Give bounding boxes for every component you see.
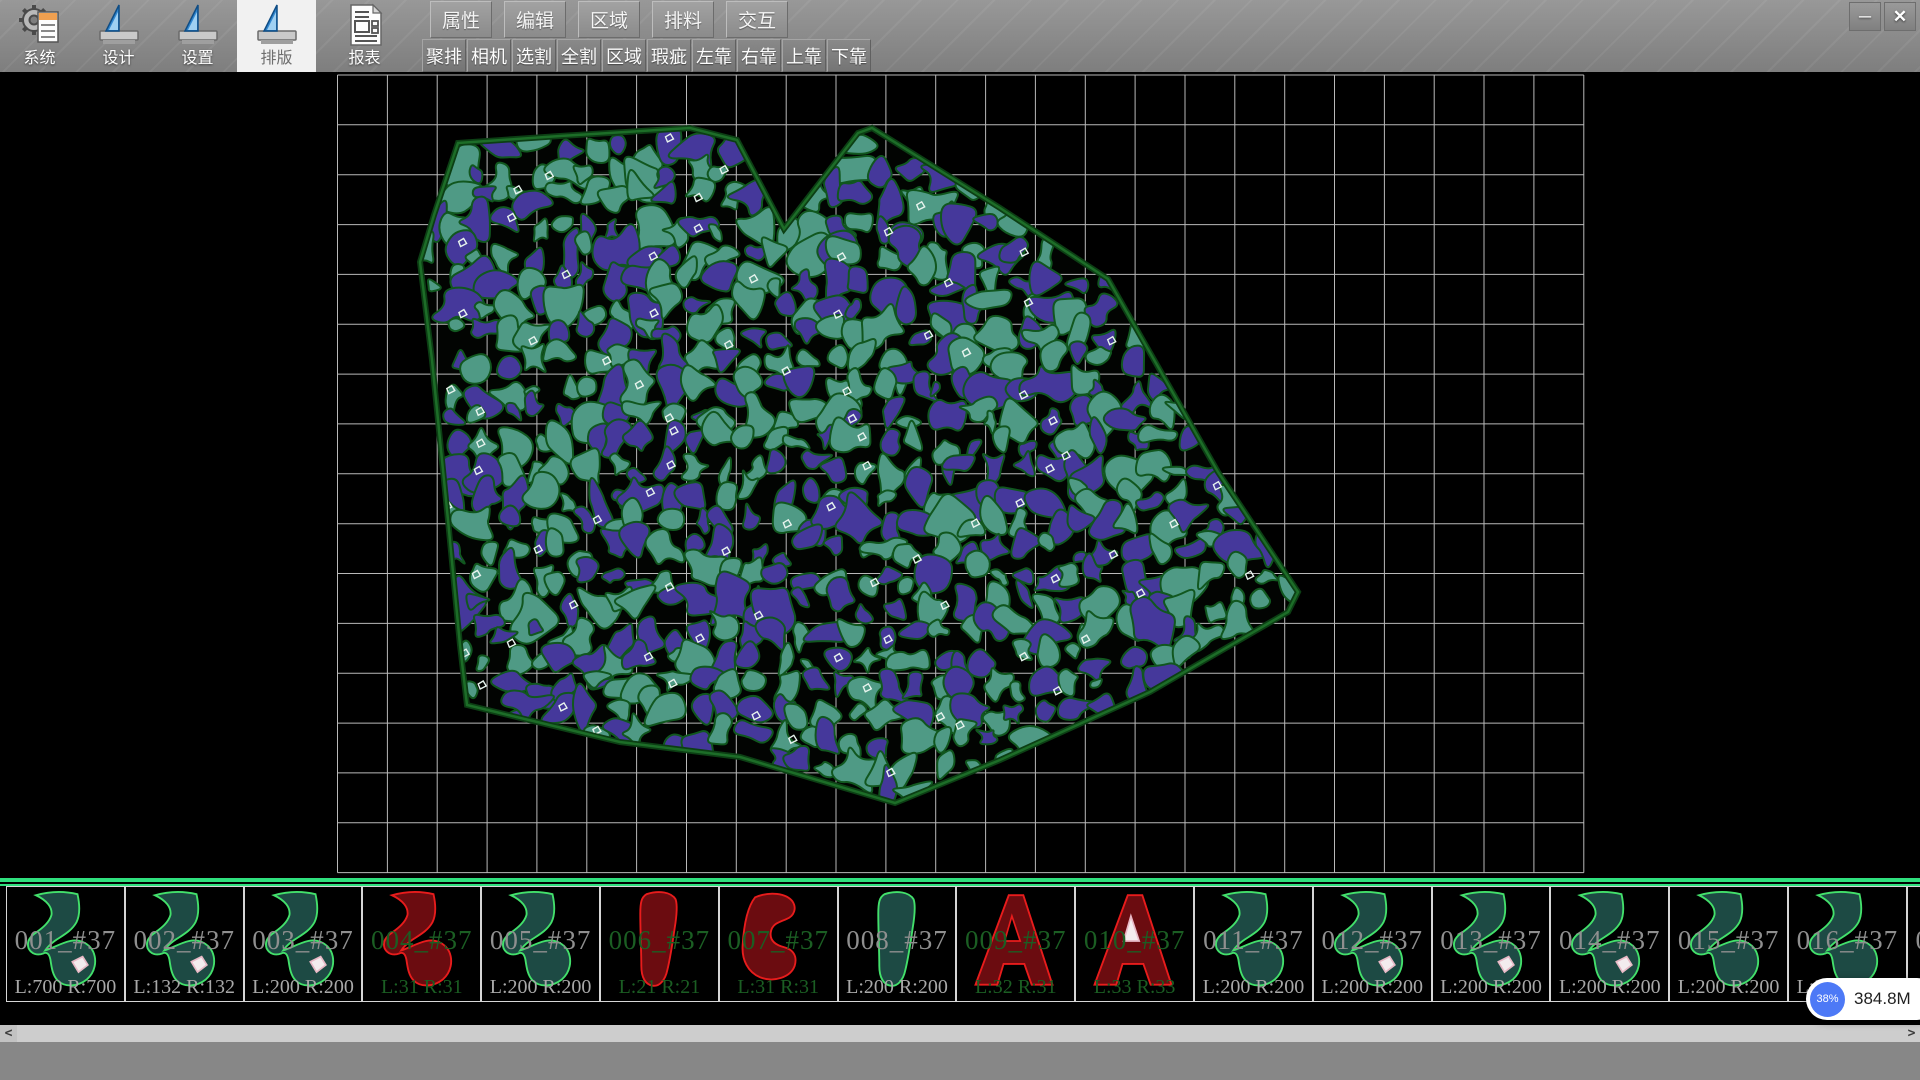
thumbnail-cell-6[interactable]: 006_#37 L:21 R:21	[600, 886, 719, 1002]
piece-name: 015_#37	[1670, 925, 1787, 956]
thumbnail-cell-4[interactable]: 004_#37 L:31 R:31	[362, 886, 481, 1002]
thumbnail-cell-5[interactable]: 005_#37 L:200 R:200	[481, 886, 600, 1002]
menu-button-4[interactable]: 排料	[652, 1, 714, 38]
tab-layout[interactable]: 排版	[237, 0, 316, 72]
tool-button-2[interactable]: 相机	[467, 39, 511, 72]
tool-button-9[interactable]: 上靠	[782, 39, 826, 72]
panel-top-line	[0, 878, 1920, 882]
tab-settings[interactable]: 设置	[158, 0, 237, 72]
piece-name: 009_#37	[957, 925, 1074, 956]
thumbnail-list: 001_#37 L:700 R:700002_#37 L:132 R:132003_…	[0, 886, 1920, 1004]
piece-lr-label: L:31 R:31	[363, 976, 480, 999]
piece-name: 012_#37	[1314, 925, 1431, 956]
tool-button-4[interactable]: 全割	[557, 39, 601, 72]
piece-lr-label: L:32 R:31	[957, 976, 1074, 999]
tab-settings-label: 设置	[181, 50, 213, 68]
window-controls: ─ ✕	[1849, 2, 1916, 31]
horizontal-scrollbar[interactable]: < >	[0, 1025, 1920, 1042]
piece-lr-label: L:31 R:31	[720, 976, 837, 999]
minimize-button[interactable]: ─	[1849, 2, 1881, 31]
tab-design[interactable]: 设计	[79, 0, 158, 72]
piece-thumbnail-panel: 001_#37 L:700 R:700002_#37 L:132 R:132003_…	[0, 878, 1920, 1025]
thumbnail-cell-8[interactable]: 008_#37 L:200 R:200	[838, 886, 957, 1002]
piece-name: 005_#37	[482, 925, 599, 956]
thumbnail-cell-11[interactable]: 011_#37 L:200 R:200	[1194, 886, 1313, 1002]
piece-name: 011_#37	[1195, 925, 1312, 956]
tab-layout-label: 排版	[260, 50, 292, 68]
piece-lr-label: L:200 R:200	[1670, 976, 1787, 999]
piece-lr-label: L:200 R:200	[245, 976, 362, 999]
main-tab-bar: 系统 设计 设置 排版 报表	[0, 0, 404, 72]
set-square-icon	[96, 3, 142, 47]
tool-button-8[interactable]: 右靠	[737, 39, 781, 72]
piece-name: 007_#37	[720, 925, 837, 956]
piece-name: 013_#37	[1433, 925, 1550, 956]
piece-name: 004_#37	[363, 925, 480, 956]
menu-button-3[interactable]: 区域	[578, 1, 640, 38]
thumbnail-cell-7[interactable]: 007_#37 L:31 R:31	[719, 886, 838, 1002]
tab-report-label: 报表	[348, 50, 380, 68]
piece-name: 006_#37	[601, 925, 718, 956]
tab-system[interactable]: 系统	[0, 0, 79, 72]
piece-lr-label: L:200 R:200	[1195, 976, 1312, 999]
thumbnail-cell-9[interactable]: 009_#37 L:32 R:31	[956, 886, 1075, 1002]
tool-button-7[interactable]: 左靠	[692, 39, 736, 72]
menu-button-5[interactable]: 交互	[726, 1, 788, 38]
scroll-left-arrow-icon[interactable]: <	[0, 1025, 17, 1042]
piece-lr-label: L:200 R:200	[1314, 976, 1431, 999]
tab-system-label: 系统	[23, 50, 55, 68]
piece-name: 002_#37	[126, 925, 243, 956]
application-window: 系统设计设置排版报表 属性编辑区域排料交互 聚排相机选割全割区域瑕疵左靠右靠上靠…	[0, 0, 1920, 1080]
thumbnail-cell-2[interactable]: 002_#37 L:132 R:132	[125, 886, 244, 1002]
tool-button-1[interactable]: 聚排	[422, 39, 466, 72]
progress-circle: 38%	[1810, 982, 1845, 1017]
tab-design-label: 设计	[102, 50, 134, 68]
tool-button-10[interactable]: 下靠	[827, 39, 871, 72]
piece-lr-label: L:33 R:33	[1076, 976, 1193, 999]
piece-name: 017_#37	[1908, 925, 1920, 956]
piece-lr-label: L:700 R:700	[7, 976, 124, 999]
thumbnail-cell-3[interactable]: 003_#37 L:200 R:200	[244, 886, 363, 1002]
piece-name: 008_#37	[839, 925, 956, 956]
piece-lr-label: L:132 R:132	[126, 976, 243, 999]
scroll-right-arrow-icon[interactable]: >	[1903, 1025, 1920, 1042]
gear-doc-icon	[18, 4, 62, 46]
tab-report[interactable]: 报表	[325, 0, 404, 72]
piece-lr-label: L:21 R:21	[601, 976, 718, 999]
piece-name: 014_#37	[1551, 925, 1668, 956]
piece-name: 010_#37	[1076, 925, 1193, 956]
thumbnail-cell-12[interactable]: 012_#37 L:200 R:200	[1313, 886, 1432, 1002]
tool-button-6[interactable]: 瑕疵	[647, 39, 691, 72]
piece-lr-label: L:200 R:200	[1551, 976, 1668, 999]
tool-button-5[interactable]: 区域	[602, 39, 646, 72]
thumbnail-cell-13[interactable]: 013_#37 L:200 R:200	[1432, 886, 1551, 1002]
piece-name: 003_#37	[245, 925, 362, 956]
thumbnail-cell-15[interactable]: 015_#37 L:200 R:200	[1669, 886, 1788, 1002]
report-doc-icon	[343, 3, 387, 47]
piece-lr-label: L:200 R:200	[1433, 976, 1550, 999]
piece-name: 016_#37	[1789, 925, 1906, 956]
close-button[interactable]: ✕	[1884, 2, 1916, 31]
title-toolbar: 系统设计设置排版报表 属性编辑区域排料交互 聚排相机选割全割区域瑕疵左靠右靠上靠…	[0, 0, 1920, 73]
tool-row: 聚排相机选割全割区域瑕疵左靠右靠上靠下靠	[422, 39, 872, 72]
thumbnail-cell-1[interactable]: 001_#37 L:700 R:700	[6, 886, 125, 1002]
download-progress-pill[interactable]: 38% 384.8M	[1806, 978, 1920, 1020]
piece-lr-label: L:200 R:200	[482, 976, 599, 999]
menu-button-1[interactable]: 属性	[430, 1, 492, 38]
piece-lr-label: L:200 R:200	[839, 976, 956, 999]
progress-size: 384.8M	[1854, 989, 1911, 1009]
nest-canvas[interactable]	[0, 72, 1920, 878]
thumbnail-cell-10[interactable]: 010_#37 L:33 R:33	[1075, 886, 1194, 1002]
window-bottom-edge	[0, 1042, 1920, 1080]
menu-row: 属性编辑区域排料交互	[430, 1, 800, 38]
set-square-icon	[175, 3, 221, 47]
progress-percent: 38%	[1816, 993, 1838, 1005]
tool-button-3[interactable]: 选割	[512, 39, 556, 72]
menu-button-2[interactable]: 编辑	[504, 1, 566, 38]
thumbnail-cell-14[interactable]: 014_#37 L:200 R:200	[1550, 886, 1669, 1002]
piece-name: 001_#37	[7, 925, 124, 956]
set-square-icon	[254, 3, 300, 47]
